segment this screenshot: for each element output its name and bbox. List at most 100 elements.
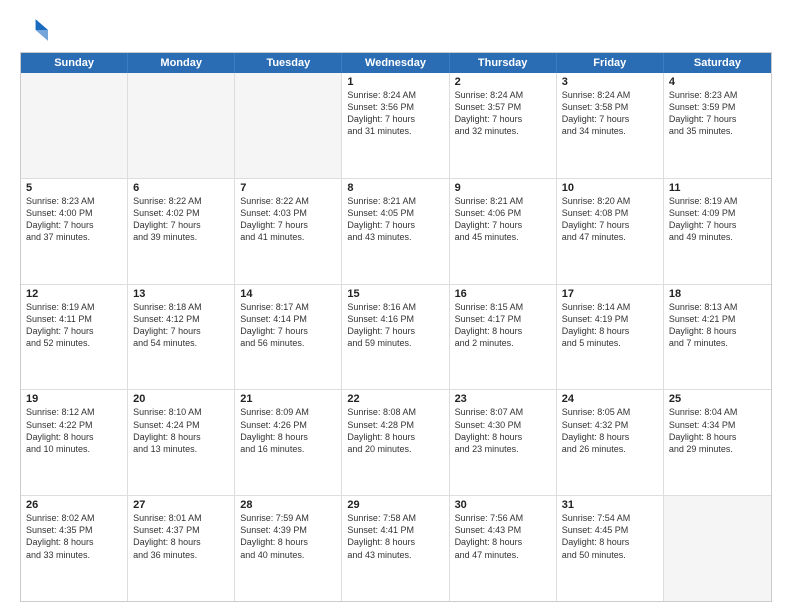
- day-number: 7: [240, 182, 336, 194]
- day-info: Sunrise: 8:18 AM Sunset: 4:12 PM Dayligh…: [133, 301, 229, 350]
- day-info: Sunrise: 8:12 AM Sunset: 4:22 PM Dayligh…: [26, 406, 122, 455]
- day-number: 12: [26, 288, 122, 300]
- day-number: 17: [562, 288, 658, 300]
- day-info: Sunrise: 8:24 AM Sunset: 3:57 PM Dayligh…: [455, 89, 551, 138]
- header-day-sunday: Sunday: [21, 53, 128, 73]
- calendar-row-1: 5Sunrise: 8:23 AM Sunset: 4:00 PM Daylig…: [21, 178, 771, 284]
- day-number: 31: [562, 499, 658, 511]
- day-number: 16: [455, 288, 551, 300]
- day-info: Sunrise: 8:19 AM Sunset: 4:09 PM Dayligh…: [669, 195, 766, 244]
- day-info: Sunrise: 8:08 AM Sunset: 4:28 PM Dayligh…: [347, 406, 443, 455]
- day-cell-10: 10Sunrise: 8:20 AM Sunset: 4:08 PM Dayli…: [557, 179, 664, 284]
- day-cell-20: 20Sunrise: 8:10 AM Sunset: 4:24 PM Dayli…: [128, 390, 235, 495]
- day-info: Sunrise: 7:59 AM Sunset: 4:39 PM Dayligh…: [240, 512, 336, 561]
- day-info: Sunrise: 8:02 AM Sunset: 4:35 PM Dayligh…: [26, 512, 122, 561]
- empty-cell-4-6: [664, 496, 771, 601]
- day-info: Sunrise: 8:21 AM Sunset: 4:06 PM Dayligh…: [455, 195, 551, 244]
- day-cell-9: 9Sunrise: 8:21 AM Sunset: 4:06 PM Daylig…: [450, 179, 557, 284]
- day-number: 1: [347, 76, 443, 88]
- empty-cell-0-0: [21, 73, 128, 178]
- day-number: 25: [669, 393, 766, 405]
- day-info: Sunrise: 8:22 AM Sunset: 4:02 PM Dayligh…: [133, 195, 229, 244]
- header-day-thursday: Thursday: [450, 53, 557, 73]
- day-number: 19: [26, 393, 122, 405]
- header-day-monday: Monday: [128, 53, 235, 73]
- day-info: Sunrise: 8:01 AM Sunset: 4:37 PM Dayligh…: [133, 512, 229, 561]
- day-number: 27: [133, 499, 229, 511]
- day-cell-8: 8Sunrise: 8:21 AM Sunset: 4:05 PM Daylig…: [342, 179, 449, 284]
- day-cell-6: 6Sunrise: 8:22 AM Sunset: 4:02 PM Daylig…: [128, 179, 235, 284]
- day-number: 24: [562, 393, 658, 405]
- header: [20, 16, 772, 44]
- day-cell-7: 7Sunrise: 8:22 AM Sunset: 4:03 PM Daylig…: [235, 179, 342, 284]
- day-info: Sunrise: 7:54 AM Sunset: 4:45 PM Dayligh…: [562, 512, 658, 561]
- day-info: Sunrise: 8:15 AM Sunset: 4:17 PM Dayligh…: [455, 301, 551, 350]
- calendar-row-2: 12Sunrise: 8:19 AM Sunset: 4:11 PM Dayli…: [21, 284, 771, 390]
- day-info: Sunrise: 8:23 AM Sunset: 4:00 PM Dayligh…: [26, 195, 122, 244]
- day-cell-12: 12Sunrise: 8:19 AM Sunset: 4:11 PM Dayli…: [21, 285, 128, 390]
- day-number: 20: [133, 393, 229, 405]
- day-cell-2: 2Sunrise: 8:24 AM Sunset: 3:57 PM Daylig…: [450, 73, 557, 178]
- day-cell-5: 5Sunrise: 8:23 AM Sunset: 4:00 PM Daylig…: [21, 179, 128, 284]
- day-cell-18: 18Sunrise: 8:13 AM Sunset: 4:21 PM Dayli…: [664, 285, 771, 390]
- header-day-friday: Friday: [557, 53, 664, 73]
- day-number: 2: [455, 76, 551, 88]
- logo: [20, 16, 52, 44]
- header-day-wednesday: Wednesday: [342, 53, 449, 73]
- day-number: 5: [26, 182, 122, 194]
- day-info: Sunrise: 8:22 AM Sunset: 4:03 PM Dayligh…: [240, 195, 336, 244]
- day-number: 21: [240, 393, 336, 405]
- day-cell-30: 30Sunrise: 7:56 AM Sunset: 4:43 PM Dayli…: [450, 496, 557, 601]
- calendar-row-0: 1Sunrise: 8:24 AM Sunset: 3:56 PM Daylig…: [21, 73, 771, 178]
- day-info: Sunrise: 8:05 AM Sunset: 4:32 PM Dayligh…: [562, 406, 658, 455]
- day-number: 26: [26, 499, 122, 511]
- day-info: Sunrise: 8:10 AM Sunset: 4:24 PM Dayligh…: [133, 406, 229, 455]
- day-info: Sunrise: 7:56 AM Sunset: 4:43 PM Dayligh…: [455, 512, 551, 561]
- day-cell-23: 23Sunrise: 8:07 AM Sunset: 4:30 PM Dayli…: [450, 390, 557, 495]
- day-cell-14: 14Sunrise: 8:17 AM Sunset: 4:14 PM Dayli…: [235, 285, 342, 390]
- day-info: Sunrise: 7:58 AM Sunset: 4:41 PM Dayligh…: [347, 512, 443, 561]
- day-number: 18: [669, 288, 766, 300]
- day-cell-1: 1Sunrise: 8:24 AM Sunset: 3:56 PM Daylig…: [342, 73, 449, 178]
- empty-cell-0-2: [235, 73, 342, 178]
- day-cell-24: 24Sunrise: 8:05 AM Sunset: 4:32 PM Dayli…: [557, 390, 664, 495]
- day-cell-25: 25Sunrise: 8:04 AM Sunset: 4:34 PM Dayli…: [664, 390, 771, 495]
- day-info: Sunrise: 8:17 AM Sunset: 4:14 PM Dayligh…: [240, 301, 336, 350]
- day-info: Sunrise: 8:24 AM Sunset: 3:58 PM Dayligh…: [562, 89, 658, 138]
- day-cell-13: 13Sunrise: 8:18 AM Sunset: 4:12 PM Dayli…: [128, 285, 235, 390]
- page: SundayMondayTuesdayWednesdayThursdayFrid…: [0, 0, 792, 612]
- day-info: Sunrise: 8:07 AM Sunset: 4:30 PM Dayligh…: [455, 406, 551, 455]
- day-info: Sunrise: 8:04 AM Sunset: 4:34 PM Dayligh…: [669, 406, 766, 455]
- day-number: 6: [133, 182, 229, 194]
- day-cell-27: 27Sunrise: 8:01 AM Sunset: 4:37 PM Dayli…: [128, 496, 235, 601]
- day-cell-15: 15Sunrise: 8:16 AM Sunset: 4:16 PM Dayli…: [342, 285, 449, 390]
- day-number: 10: [562, 182, 658, 194]
- day-number: 15: [347, 288, 443, 300]
- calendar-header: SundayMondayTuesdayWednesdayThursdayFrid…: [21, 53, 771, 73]
- day-number: 13: [133, 288, 229, 300]
- day-info: Sunrise: 8:20 AM Sunset: 4:08 PM Dayligh…: [562, 195, 658, 244]
- day-info: Sunrise: 8:19 AM Sunset: 4:11 PM Dayligh…: [26, 301, 122, 350]
- day-info: Sunrise: 8:13 AM Sunset: 4:21 PM Dayligh…: [669, 301, 766, 350]
- day-cell-3: 3Sunrise: 8:24 AM Sunset: 3:58 PM Daylig…: [557, 73, 664, 178]
- header-day-tuesday: Tuesday: [235, 53, 342, 73]
- day-number: 9: [455, 182, 551, 194]
- day-info: Sunrise: 8:16 AM Sunset: 4:16 PM Dayligh…: [347, 301, 443, 350]
- day-cell-29: 29Sunrise: 7:58 AM Sunset: 4:41 PM Dayli…: [342, 496, 449, 601]
- day-cell-19: 19Sunrise: 8:12 AM Sunset: 4:22 PM Dayli…: [21, 390, 128, 495]
- day-info: Sunrise: 8:24 AM Sunset: 3:56 PM Dayligh…: [347, 89, 443, 138]
- calendar: SundayMondayTuesdayWednesdayThursdayFrid…: [20, 52, 772, 602]
- logo-icon: [20, 16, 48, 44]
- day-cell-16: 16Sunrise: 8:15 AM Sunset: 4:17 PM Dayli…: [450, 285, 557, 390]
- day-cell-21: 21Sunrise: 8:09 AM Sunset: 4:26 PM Dayli…: [235, 390, 342, 495]
- day-number: 30: [455, 499, 551, 511]
- day-cell-31: 31Sunrise: 7:54 AM Sunset: 4:45 PM Dayli…: [557, 496, 664, 601]
- day-cell-28: 28Sunrise: 7:59 AM Sunset: 4:39 PM Dayli…: [235, 496, 342, 601]
- day-cell-17: 17Sunrise: 8:14 AM Sunset: 4:19 PM Dayli…: [557, 285, 664, 390]
- day-cell-26: 26Sunrise: 8:02 AM Sunset: 4:35 PM Dayli…: [21, 496, 128, 601]
- calendar-row-4: 26Sunrise: 8:02 AM Sunset: 4:35 PM Dayli…: [21, 495, 771, 601]
- day-number: 22: [347, 393, 443, 405]
- day-number: 14: [240, 288, 336, 300]
- day-number: 28: [240, 499, 336, 511]
- day-number: 29: [347, 499, 443, 511]
